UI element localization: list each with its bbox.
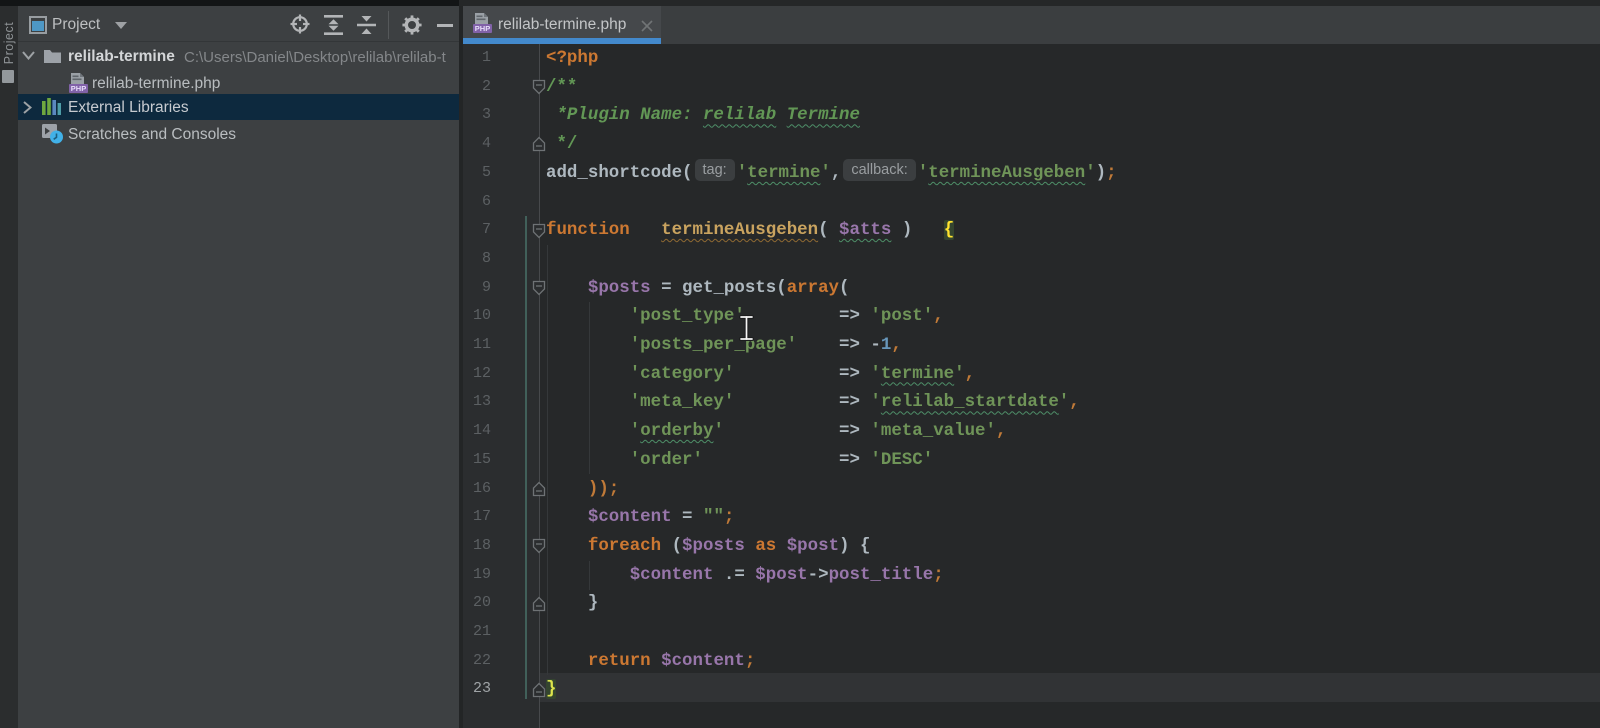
svg-text:PHP: PHP (71, 84, 86, 93)
svg-text:PHP: PHP (475, 24, 490, 33)
